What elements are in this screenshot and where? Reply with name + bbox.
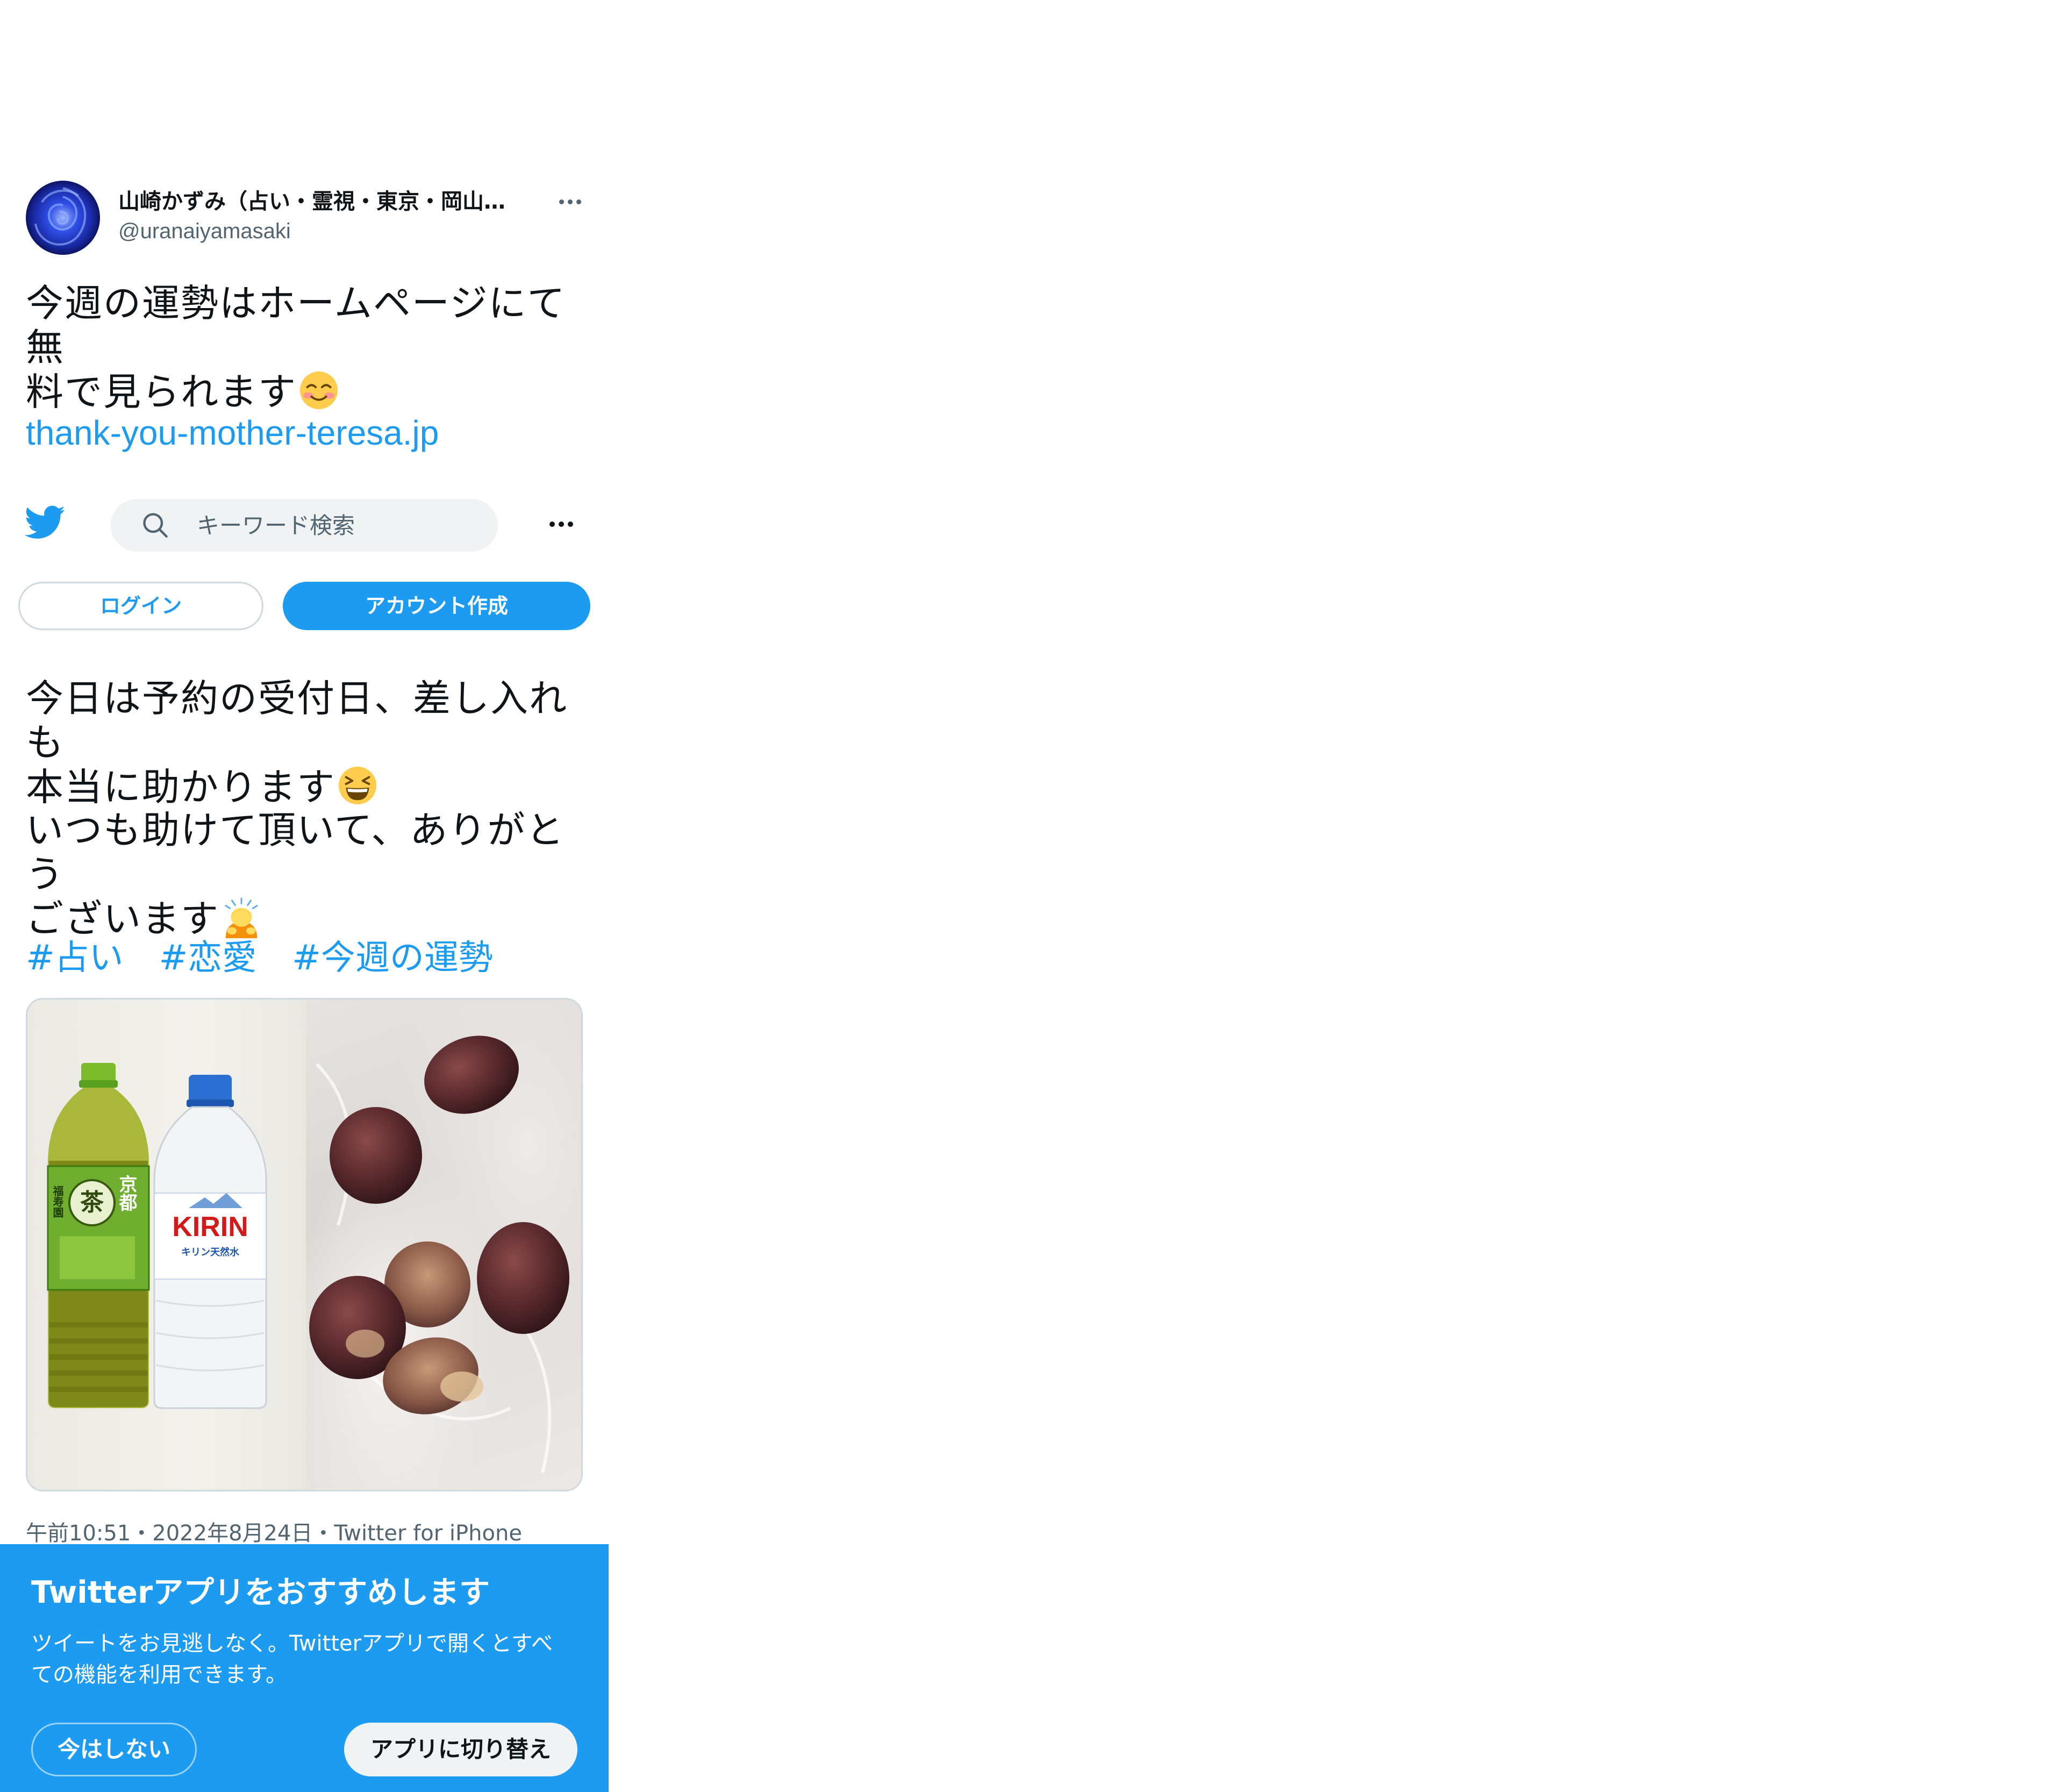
- tweet-text-line: いつも助けて頂いて、ありがとう: [26, 808, 565, 896]
- figs-illustration: [309, 1036, 569, 1473]
- hashtag-link[interactable]: #今週の運勢: [292, 936, 493, 981]
- blue-rose-avatar: [26, 181, 100, 255]
- grinning-squinting-face-icon: [338, 766, 377, 805]
- search-icon: [143, 513, 168, 538]
- figs-on-plastic-bag-photo[interactable]: [306, 999, 581, 1490]
- tweet-paragraph-1: 今日は予約の受付日、差し入れも 本当に助かります: [26, 676, 590, 809]
- tweet-text-line: 料で見られます: [26, 369, 590, 414]
- tea-brand: 京都: [116, 1175, 138, 1211]
- tweet-text-top: 今週の運勢はホームページにて無 料で見られます: [26, 281, 590, 414]
- display-name[interactable]: 山崎かずみ（占い・霊視・東京・岡山…: [118, 185, 538, 218]
- hashtag-list: #占い #恋愛 #今週の運勢: [26, 936, 493, 981]
- banner-body-line: ツイートをお見逃しなく。Twitterアプリで開くとすべ: [31, 1631, 553, 1656]
- person-bowing-icon: [225, 897, 258, 938]
- bottles-illustration: 茶 京都 福寿園 KIRIN キリン天然水: [47, 1063, 267, 1409]
- tweet-paragraph-2: いつも助けて頂いて、ありがとう ございます: [26, 808, 590, 941]
- banner-body: ツイートをお見逃しなく。Twitterアプリで開くとすべ ての機能を利用できます…: [31, 1628, 580, 1690]
- external-link[interactable]: thank-you-mother-teresa.jp: [26, 410, 439, 456]
- water-sub: キリン天然水: [181, 1246, 240, 1258]
- avatar[interactable]: [26, 181, 100, 255]
- hashtag-link[interactable]: #占い: [26, 936, 124, 981]
- user-handle[interactable]: @uranaiyamasaki: [118, 216, 291, 246]
- search-placeholder: キーワード検索: [197, 512, 355, 539]
- tweet-text-line: 本当に助かります: [26, 765, 590, 809]
- green-tea-and-water-bottles-photo[interactable]: 茶 京都 福寿園 KIRIN キリン天然水: [27, 999, 306, 1490]
- login-button[interactable]: ログイン: [18, 582, 263, 630]
- tweet-media[interactable]: 茶 京都 福寿園 KIRIN キリン天然水: [26, 998, 583, 1491]
- banner-body-line: ての機能を利用できます。: [31, 1662, 287, 1687]
- more-horizontal-icon[interactable]: [549, 516, 582, 532]
- tea-maker: 福寿園: [51, 1186, 64, 1218]
- tweet-text-line: 今週の運勢はホームページにて無: [26, 281, 566, 369]
- switch-to-app-button[interactable]: アプリに切り替え: [344, 1723, 577, 1776]
- tweet-text-line: 今日は予約の受付日、差し入れも: [26, 676, 568, 765]
- tweet-text-line: ございます: [26, 896, 590, 941]
- more-horizontal-icon[interactable]: [559, 194, 591, 210]
- not-now-button[interactable]: 今はしない: [31, 1723, 197, 1776]
- banner-title: Twitterアプリをおすすめします: [31, 1575, 490, 1610]
- hashtag-link[interactable]: #恋愛: [159, 936, 257, 981]
- tea-kanji: 茶: [80, 1189, 104, 1216]
- twitter-bird-icon[interactable]: [25, 505, 66, 540]
- signup-button[interactable]: アカウント作成: [283, 582, 590, 630]
- smiling-face-icon: [299, 371, 338, 410]
- water-brand: KIRIN: [172, 1211, 248, 1243]
